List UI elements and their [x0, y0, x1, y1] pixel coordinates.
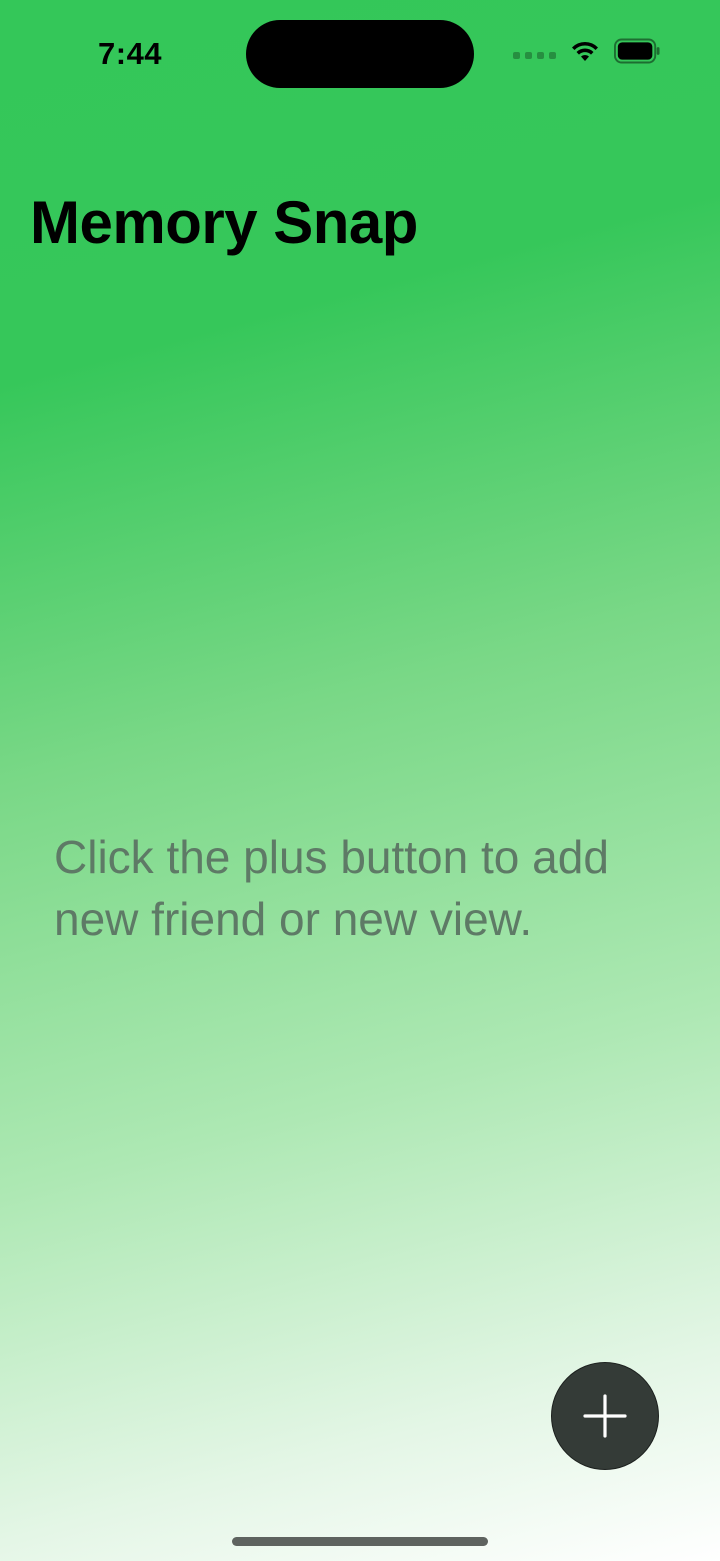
page-title: Memory Snap [30, 189, 418, 256]
app-screen: 7:44 Memory Snap Click the plus button t… [0, 0, 720, 1561]
status-icons [513, 38, 660, 64]
dynamic-island [246, 20, 474, 88]
wifi-icon [572, 41, 598, 61]
signal-dots-icon [513, 51, 556, 59]
plus-icon [583, 1394, 627, 1438]
home-indicator[interactable] [232, 1537, 488, 1546]
battery-icon [614, 38, 660, 64]
empty-state-message: Click the plus button to add new friend … [54, 831, 609, 945]
status-time: 7:44 [98, 36, 163, 71]
add-button[interactable] [551, 1362, 659, 1470]
